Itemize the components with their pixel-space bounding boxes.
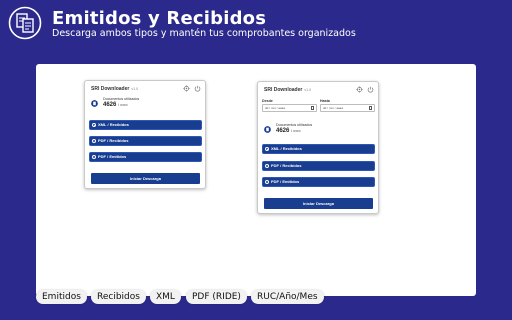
power-icon[interactable] bbox=[194, 85, 201, 92]
calendar-icon[interactable] bbox=[311, 106, 314, 110]
calendar-icon[interactable] bbox=[369, 106, 372, 110]
extension-popup-compact: SRI Downloader v1.0 Documentos utilizados… bbox=[84, 80, 206, 189]
radio[interactable] bbox=[92, 139, 96, 143]
date-from-label: Desde bbox=[262, 99, 273, 103]
gear-icon[interactable] bbox=[183, 85, 190, 92]
gear-icon[interactable] bbox=[356, 86, 363, 93]
tag-recibidos: Recibidos bbox=[91, 290, 146, 304]
documents-used: Documentos utilizados 4626 / ∞∞∞ bbox=[264, 123, 374, 137]
option-pdf-emitidos[interactable]: PDF / Emitidos bbox=[89, 152, 202, 162]
documents-used-label: Documentos utilizados bbox=[276, 123, 313, 127]
power-icon[interactable] bbox=[367, 86, 374, 93]
start-download-button[interactable]: Iniciar Descarga bbox=[91, 173, 200, 184]
document-transfer-icon bbox=[8, 6, 42, 40]
document-icon bbox=[264, 126, 271, 133]
start-download-button[interactable]: Iniciar Descarga bbox=[264, 198, 373, 209]
page-subtitle: Descarga ambos tipos y mantén tus compro… bbox=[52, 28, 356, 39]
page-title: Emitidos y Recibidos bbox=[52, 8, 267, 29]
app-version: v1.0 bbox=[131, 87, 139, 91]
extension-popup-with-dates: SRI Downloader v1.0 Desde dd / mm / aaaa … bbox=[257, 81, 379, 214]
date-to: Hasta dd / mm / aaaa bbox=[320, 99, 376, 112]
documents-used-count: 4626 / ∞∞∞ bbox=[276, 128, 301, 134]
date-to-label: Hasta bbox=[320, 99, 330, 103]
radio[interactable] bbox=[92, 155, 96, 159]
app-name: SRI Downloader bbox=[91, 86, 130, 92]
radio-selected[interactable] bbox=[92, 123, 96, 127]
documents-used-label: Documentos utilizados bbox=[103, 97, 140, 101]
preview-stage: SRI Downloader v1.0 Documentos utilizados… bbox=[36, 64, 476, 296]
tag-pdf-ride: PDF (RIDE) bbox=[186, 290, 247, 304]
option-pdf-emitidos[interactable]: PDF / Emitidos bbox=[262, 177, 375, 187]
date-from: Desde dd / mm / aaaa bbox=[262, 99, 318, 112]
documents-used-count: 4626 / ∞∞∞ bbox=[103, 102, 128, 108]
popup-title: SRI Downloader v1.0 bbox=[91, 86, 138, 92]
radio-selected[interactable] bbox=[265, 147, 269, 151]
radio[interactable] bbox=[265, 164, 269, 168]
radio[interactable] bbox=[265, 180, 269, 184]
tag-emitidos: Emitidos bbox=[36, 290, 87, 304]
documents-used: Documentos utilizados 4626 / ∞∞∞ bbox=[91, 97, 201, 111]
date-to-input[interactable]: dd / mm / aaaa bbox=[320, 104, 375, 112]
popup-title: SRI Downloader v1.0 bbox=[264, 87, 311, 93]
option-pdf-recibidos[interactable]: PDF / Recibidos bbox=[89, 136, 202, 146]
document-icon bbox=[91, 100, 98, 107]
app-name: SRI Downloader bbox=[264, 87, 303, 93]
app-version: v1.0 bbox=[304, 88, 312, 92]
option-xml-recibidos[interactable]: XML / Recibidos bbox=[89, 120, 202, 130]
date-range: Desde dd / mm / aaaa Hasta dd / mm / aaa… bbox=[262, 99, 376, 121]
option-pdf-recibidos[interactable]: PDF / Recibidos bbox=[262, 161, 375, 171]
tag-ruc-ano-mes: RUC/Año/Mes bbox=[251, 290, 324, 304]
header: Emitidos y Recibidos Descarga ambos tipo… bbox=[0, 0, 512, 52]
tag-xml: XML bbox=[150, 290, 181, 304]
option-xml-recibidos[interactable]: XML / Recibidos bbox=[262, 144, 375, 154]
date-from-input[interactable]: dd / mm / aaaa bbox=[262, 104, 317, 112]
